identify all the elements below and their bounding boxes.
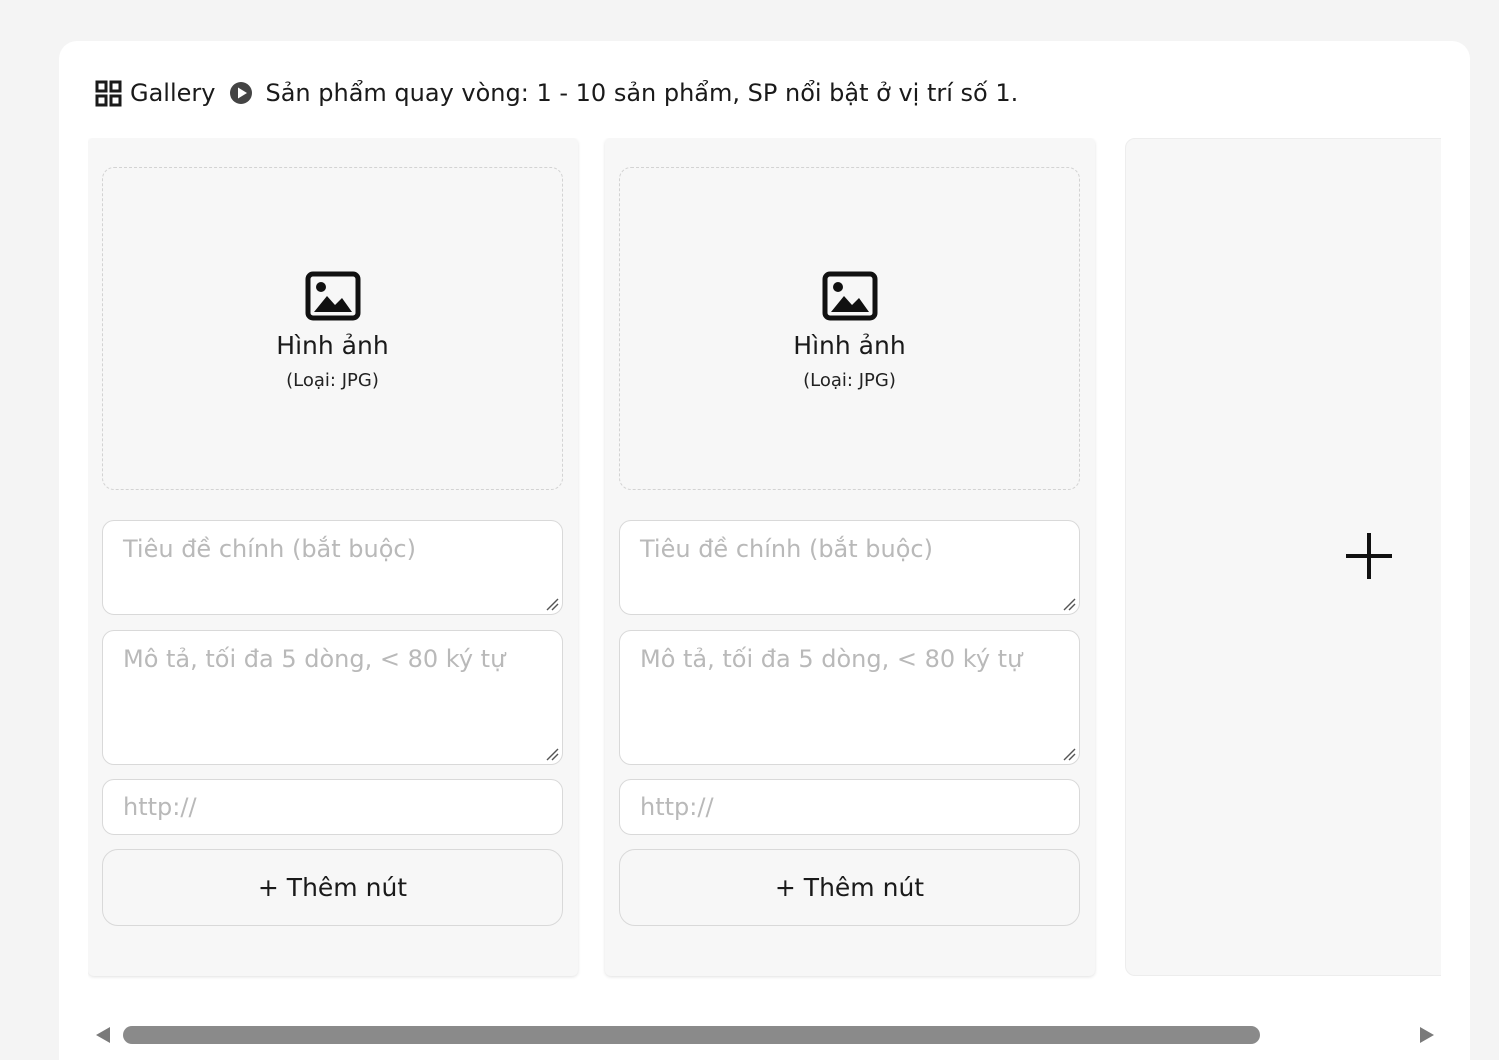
title-placeholder: Tiêu đề chính (bắt buộc)	[640, 535, 933, 563]
image-type-hint: (Loại: JPG)	[803, 369, 896, 391]
description-textarea[interactable]: Mô tả, tối đa 5 dòng, < 80 ký tự	[102, 630, 563, 765]
plus-icon	[1346, 533, 1392, 579]
resize-grip-icon[interactable]	[1062, 597, 1076, 611]
url-input[interactable]: http://	[102, 779, 563, 835]
resize-grip-icon[interactable]	[545, 597, 559, 611]
gallery-description: Sản phẩm quay vòng: 1 - 10 sản phẩm, SP …	[265, 79, 1019, 107]
scrollbar-thumb[interactable]	[123, 1026, 1260, 1044]
title-textarea[interactable]: Tiêu đề chính (bắt buộc)	[619, 520, 1080, 615]
image-type-hint: (Loại: JPG)	[286, 369, 379, 391]
title-placeholder: Tiêu đề chính (bắt buộc)	[123, 535, 416, 563]
gallery-label: Gallery	[130, 79, 216, 107]
description-textarea[interactable]: Mô tả, tối đa 5 dòng, < 80 ký tự	[619, 630, 1080, 765]
add-button-button[interactable]: + Thêm nút	[619, 849, 1080, 926]
image-label: Hình ảnh	[276, 330, 389, 360]
description-placeholder: Mô tả, tối đa 5 dòng, < 80 ký tự	[123, 645, 506, 673]
play-circle-icon	[230, 82, 253, 104]
url-placeholder: http://	[640, 793, 714, 821]
image-label: Hình ảnh	[793, 330, 906, 360]
url-placeholder: http://	[123, 793, 197, 821]
add-card-button[interactable]	[1125, 138, 1441, 976]
resize-grip-icon[interactable]	[545, 747, 559, 761]
add-button-button[interactable]: + Thêm nút	[102, 849, 563, 926]
description-placeholder: Mô tả, tối đa 5 dòng, < 80 ký tự	[640, 645, 1023, 673]
title-textarea[interactable]: Tiêu đề chính (bắt buộc)	[102, 520, 563, 615]
gallery-header: Gallery Sản phẩm quay vòng: 1 - 10 sản p…	[95, 76, 1018, 110]
cards-scroll-area[interactable]: Hình ảnh (Loại: JPG) Tiêu đề chính (bắt …	[88, 138, 1441, 980]
grid-icon	[95, 80, 122, 106]
horizontal-scrollbar[interactable]	[95, 1022, 1435, 1048]
image-upload-area[interactable]: Hình ảnh (Loại: JPG)	[619, 167, 1080, 490]
url-input[interactable]: http://	[619, 779, 1080, 835]
image-icon	[822, 271, 877, 320]
resize-grip-icon[interactable]	[1062, 747, 1076, 761]
product-card: Hình ảnh (Loại: JPG) Tiêu đề chính (bắt …	[605, 138, 1095, 976]
image-upload-area[interactable]: Hình ảnh (Loại: JPG)	[102, 167, 563, 490]
product-card: Hình ảnh (Loại: JPG) Tiêu đề chính (bắt …	[88, 138, 578, 976]
image-icon	[305, 271, 360, 320]
triangle-right-icon[interactable]	[1419, 1026, 1435, 1044]
triangle-left-icon[interactable]	[95, 1026, 111, 1044]
